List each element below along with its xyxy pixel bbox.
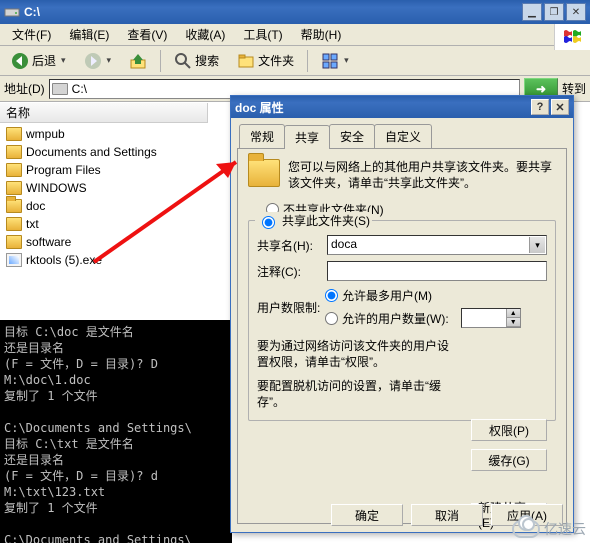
radio-share-folder-label: 共享此文件夹(S)	[282, 212, 370, 229]
file-name: txt	[26, 217, 39, 231]
sharename-label: 共享名(H):	[257, 237, 321, 254]
menu-favorites[interactable]: 收藏(A)	[177, 24, 233, 45]
sharename-value: doca	[331, 237, 357, 251]
file-name: Documents and Settings	[26, 145, 157, 159]
cache-button[interactable]: 缓存(G)	[471, 449, 547, 471]
tab-panel-sharing: 您可以与网络上的其他用户共享该文件夹。要共享该文件夹，请单击“共享此文件夹”。 …	[237, 148, 567, 524]
file-name: rktools (5).exe	[26, 253, 102, 267]
address-path: C:\	[72, 82, 87, 96]
spinner-down[interactable]: ▼	[506, 318, 520, 327]
watermark-text: 亿速云	[544, 519, 586, 539]
toolbar-separator	[307, 50, 308, 72]
window-titlebar: C:\ ▁ ❐ ✕	[0, 0, 590, 24]
menu-view[interactable]: 查看(V)	[119, 24, 175, 45]
folder-hand-icon	[248, 159, 280, 187]
dialog-titlebar[interactable]: doc 属性 ? ✕	[231, 96, 573, 118]
arrow-right-icon: ➜	[536, 82, 546, 96]
tab-sharing[interactable]: 共享	[284, 125, 330, 149]
folder-icon	[6, 163, 22, 177]
tab-general[interactable]: 常规	[239, 124, 285, 148]
dialog-close-button[interactable]: ✕	[551, 99, 569, 115]
up-icon	[129, 52, 147, 70]
folder-icon	[6, 181, 22, 195]
ok-button[interactable]: 确定	[331, 504, 403, 526]
radio-max-users-label: 允许最多用户(M)	[342, 287, 432, 304]
chevron-down-icon: ▾	[344, 55, 349, 66]
chevron-down-icon: ▾	[61, 55, 66, 66]
cache-text: 要配置脱机访问的设置，请单击“缓存”。	[257, 378, 457, 410]
folder-icon	[6, 127, 22, 141]
menu-bar: 文件(F) 编辑(E) 查看(V) 收藏(A) 工具(T) 帮助(H)	[0, 24, 590, 46]
drive-icon	[4, 4, 20, 20]
comment-label: 注释(C):	[257, 263, 321, 280]
tab-custom[interactable]: 自定义	[374, 124, 432, 148]
tab-security[interactable]: 安全	[329, 124, 375, 148]
radio-share-folder[interactable]	[262, 216, 275, 229]
close-button[interactable]: ✕	[566, 3, 586, 21]
toolbar: 后退 ▾ ▾ 搜索 文件夹 ▾	[0, 46, 590, 76]
cancel-button[interactable]: 取消	[411, 504, 483, 526]
minimize-button[interactable]: ▁	[522, 3, 542, 21]
toolbar-separator	[160, 50, 161, 72]
file-name: software	[26, 235, 71, 249]
spinner-up[interactable]: ▲	[506, 309, 520, 318]
maximize-button[interactable]: ❐	[544, 3, 564, 21]
folder-icon	[6, 217, 22, 231]
folder-icon	[6, 199, 22, 213]
forward-button[interactable]: ▾	[77, 49, 119, 73]
user-count-spinner[interactable]: ▲▼	[461, 308, 521, 328]
console-output: 目标 C:\doc 是文件名 还是目录名 (F = 文件，D = 目录)? D …	[0, 320, 232, 543]
sharename-combo[interactable]: doca ▾	[327, 235, 547, 255]
folder-icon	[6, 145, 22, 159]
file-name: wmpub	[26, 127, 65, 141]
search-button[interactable]: 搜索	[167, 49, 226, 73]
cloud-icon	[512, 520, 540, 538]
radio-allow-n-users[interactable]	[325, 312, 338, 325]
back-icon	[11, 52, 29, 70]
tab-strip: 常规 共享 安全 自定义	[239, 124, 567, 148]
menu-tools[interactable]: 工具(T)	[235, 24, 290, 45]
views-button[interactable]: ▾	[314, 49, 356, 73]
file-name: doc	[26, 199, 45, 213]
sharing-info-text: 您可以与网络上的其他用户共享该文件夹。要共享该文件夹，请单击“共享此文件夹”。	[288, 159, 556, 191]
folders-icon	[237, 52, 255, 70]
search-icon	[174, 52, 192, 70]
search-label: 搜索	[195, 52, 219, 69]
exe-icon	[6, 253, 22, 267]
address-label: 地址(D)	[4, 80, 45, 97]
menu-help[interactable]: 帮助(H)	[293, 24, 350, 45]
views-icon	[321, 52, 339, 70]
up-button[interactable]	[122, 49, 154, 73]
back-button[interactable]: 后退 ▾	[4, 49, 73, 73]
radio-allow-n-users-label: 允许的用户数量(W):	[342, 310, 449, 327]
share-group: 共享此文件夹(S) 共享名(H): doca ▾ 注释(C): 用户数限制:	[248, 220, 556, 421]
window-title: C:\	[24, 5, 520, 19]
drive-icon	[52, 83, 68, 95]
properties-dialog: doc 属性 ? ✕ 常规 共享 安全 自定义 您可以与网络上的其他用户共享该文…	[230, 95, 574, 533]
watermark: 亿速云	[512, 519, 586, 539]
help-button[interactable]: ?	[531, 99, 549, 115]
folders-label: 文件夹	[258, 52, 294, 69]
chevron-down-icon[interactable]: ▾	[529, 237, 545, 253]
file-name: Program Files	[26, 163, 101, 177]
chevron-down-icon: ▾	[107, 55, 112, 66]
comment-field[interactable]	[327, 261, 547, 281]
windows-flag-icon	[554, 24, 590, 50]
user-limit-label: 用户数限制:	[257, 299, 321, 316]
back-label: 后退	[32, 52, 56, 69]
folders-button[interactable]: 文件夹	[230, 49, 301, 73]
permissions-button[interactable]: 权限(P)	[471, 419, 547, 441]
dialog-title: doc 属性	[235, 99, 529, 116]
forward-icon	[84, 52, 102, 70]
folder-icon	[6, 235, 22, 249]
radio-max-users[interactable]	[325, 289, 338, 302]
menu-edit[interactable]: 编辑(E)	[61, 24, 117, 45]
menu-file[interactable]: 文件(F)	[4, 24, 59, 45]
column-header-name[interactable]: 名称	[0, 103, 208, 123]
permissions-text: 要为通过网络访问该文件夹的用户设置权限，请单击“权限”。	[257, 338, 457, 370]
file-name: WINDOWS	[26, 181, 87, 195]
